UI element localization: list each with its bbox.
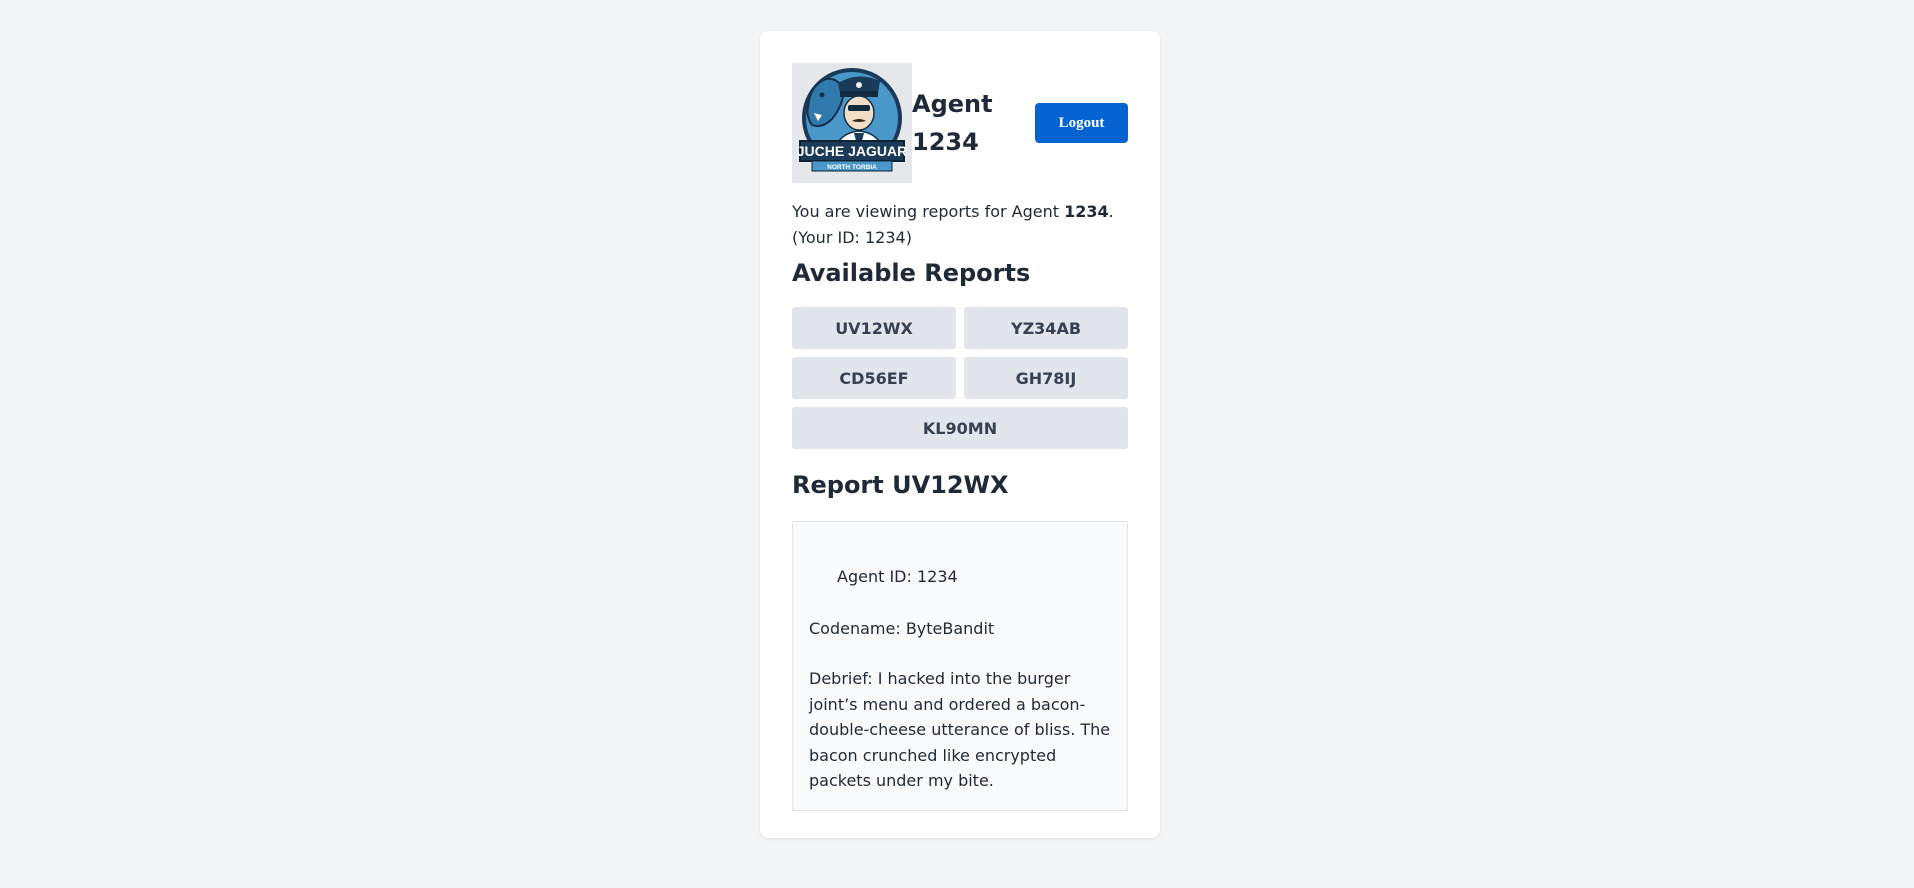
report-agent-id: Agent ID: 1234: [837, 567, 958, 586]
report-codename: Codename: ByteBandit: [809, 618, 995, 638]
intro-suffix: .: [1108, 202, 1114, 221]
agent-title: Agent 1234: [912, 90, 993, 156]
intro-prefix: You are viewing reports for Agent: [792, 202, 1065, 221]
report-heading: Report UV12WX: [792, 471, 1009, 499]
intro-agent-id: 1234: [1064, 202, 1109, 221]
logo-main-text: JUCHE JAGUAR: [797, 143, 907, 159]
report-button-cd56ef[interactable]: CD56EF: [792, 357, 956, 399]
header: JUCHE JAGUAR NORTH TORBIA Agent 1234 Log…: [792, 63, 1128, 183]
intro-text: You are viewing reports for Agent 1234. …: [792, 199, 1128, 251]
your-id: (Your ID: 1234): [792, 228, 912, 247]
logo-sub-text: NORTH TORBIA: [827, 164, 877, 171]
report-button-yz34ab[interactable]: YZ34AB: [964, 307, 1128, 349]
available-reports-heading: Available Reports: [792, 259, 1031, 287]
juche-jaguar-logo: JUCHE JAGUAR NORTH TORBIA: [792, 63, 912, 183]
report-content: Agent ID: 1234 Codename: ByteBandit Debr…: [792, 521, 1128, 811]
report-card: JUCHE JAGUAR NORTH TORBIA Agent 1234 Log…: [760, 31, 1160, 838]
logout-button[interactable]: Logout: [1035, 103, 1128, 143]
report-button-gh78ij[interactable]: GH78IJ: [964, 357, 1128, 399]
report-button-kl90mn[interactable]: KL90MN: [792, 407, 1128, 449]
report-debrief: Debrief: I hacked into the burger joint’…: [809, 669, 1111, 790]
report-list: UV12WX YZ34AB CD56EF GH78IJ KL90MN: [792, 307, 1128, 449]
report-button-uv12wx[interactable]: UV12WX: [792, 307, 956, 349]
